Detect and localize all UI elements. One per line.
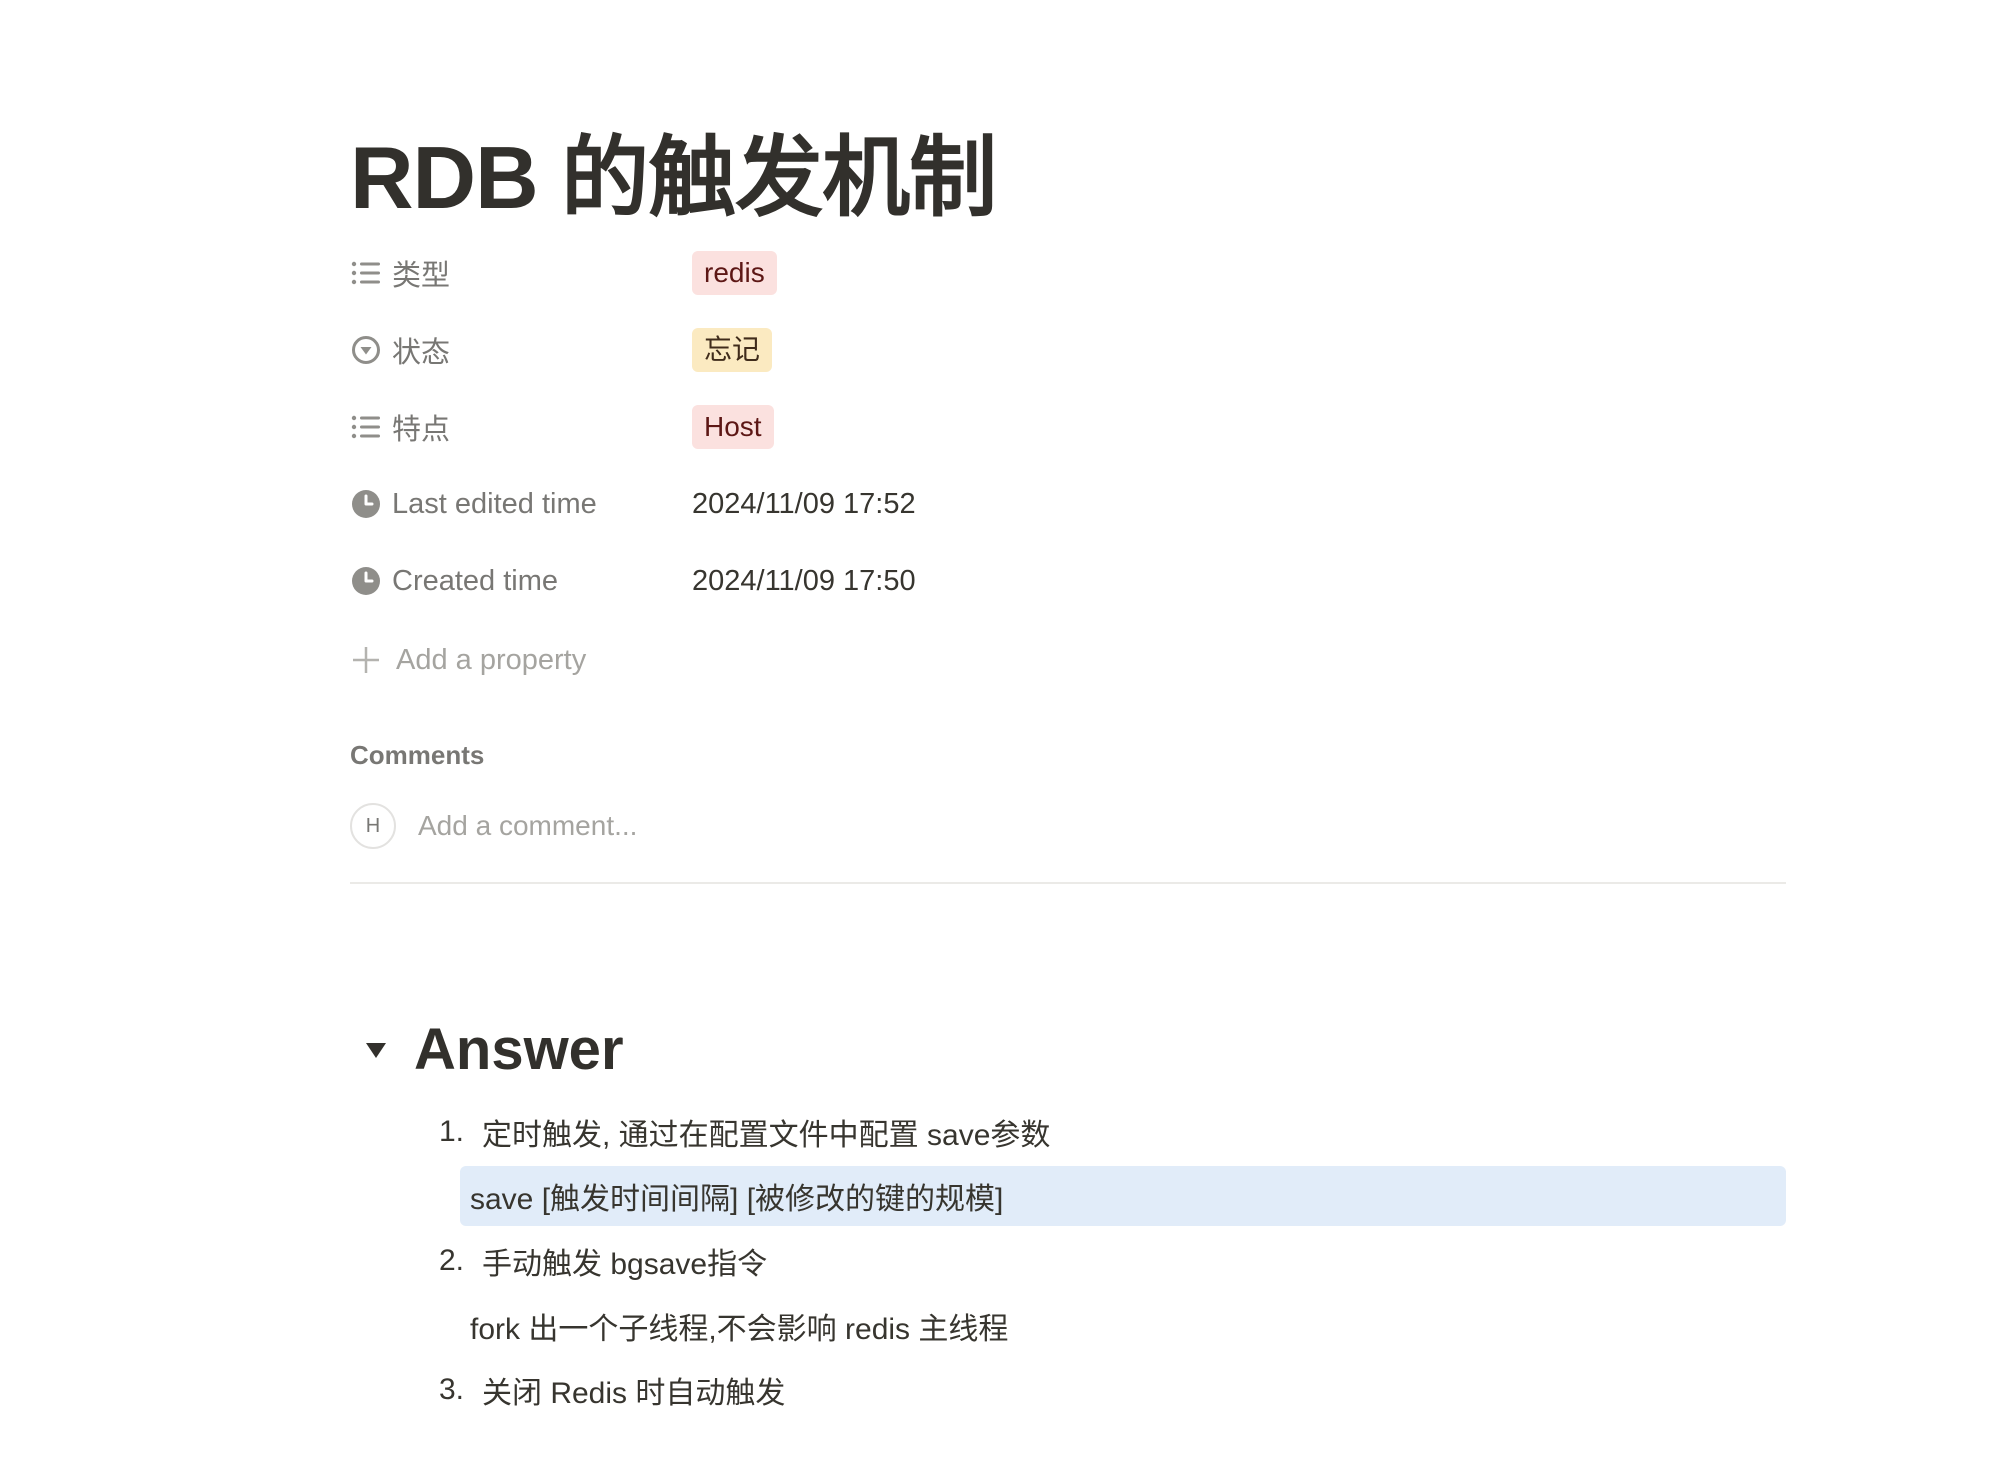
divider <box>350 882 1786 884</box>
list-item: 1. 定时触发, 通过在配置文件中配置 save参数 <box>418 1104 1050 1160</box>
property-row-feature: 特点 Host <box>350 397 1250 457</box>
list-number: 1. <box>438 1115 464 1148</box>
property-label: 状态 <box>392 337 451 369</box>
toggle-heading-answer: Answer <box>358 1010 624 1090</box>
property-name-feature[interactable]: 特点 <box>350 406 692 448</box>
toggle-triangle-icon[interactable] <box>358 1032 394 1068</box>
list-icon <box>350 257 382 289</box>
property-value-status[interactable]: 忘记 <box>692 328 773 372</box>
list-number: 2. <box>438 1244 464 1277</box>
tag-redis[interactable]: redis <box>692 251 777 295</box>
page-title[interactable]: RDB 的触发机制 <box>350 118 997 238</box>
property-name-status[interactable]: 状态 <box>350 329 692 371</box>
list-icon <box>350 411 382 443</box>
list-item-text[interactable]: 定时触发, 通过在配置文件中配置 save参数 <box>482 1110 1050 1154</box>
property-row-type: 类型 redis <box>350 243 1250 303</box>
property-value-type[interactable]: redis <box>692 251 777 295</box>
tag-host[interactable]: Host <box>692 405 774 449</box>
list-item-text[interactable]: 手动触发 bgsave指令 <box>482 1239 767 1283</box>
property-label: 特点 <box>392 414 451 446</box>
property-label: Last edited time <box>392 487 597 520</box>
list-item: 3. 关闭 Redis 时自动触发 <box>418 1362 785 1418</box>
list-item: 2. 手动触发 bgsave指令 <box>418 1233 767 1289</box>
plus-icon <box>350 644 382 676</box>
clock-icon <box>350 488 382 520</box>
add-property-label: Add a property <box>396 643 587 676</box>
property-row-last-edited: Last edited time 2024/11/09 17:52 <box>350 474 1250 534</box>
property-name-created[interactable]: Created time <box>350 565 692 598</box>
property-name-type[interactable]: 类型 <box>350 252 692 294</box>
property-label: 类型 <box>392 260 451 292</box>
property-name-last-edited[interactable]: Last edited time <box>350 488 692 521</box>
add-property-button[interactable]: Add a property <box>350 635 586 685</box>
comment-input[interactable] <box>416 809 1020 843</box>
property-value-last-edited: 2024/11/09 17:52 <box>692 487 916 520</box>
heading-answer[interactable]: Answer <box>414 1010 624 1090</box>
list-item-subtext[interactable]: save [触发时间间隔] [被修改的键的规模] <box>464 1168 1003 1224</box>
avatar: H <box>350 803 396 849</box>
list-item-subtext[interactable]: fork 出一个子线程,不会影响 redis 主线程 <box>464 1298 1008 1354</box>
list-number: 3. <box>438 1373 464 1406</box>
clock-icon <box>350 565 382 597</box>
property-row-status: 状态 忘记 <box>350 320 1250 380</box>
status-icon <box>350 334 382 366</box>
list-item-text[interactable]: 关闭 Redis 时自动触发 <box>482 1368 785 1412</box>
property-value-created: 2024/11/09 17:50 <box>692 564 916 597</box>
property-label: Created time <box>392 564 559 597</box>
status-badge[interactable]: 忘记 <box>692 328 773 372</box>
comment-composer: H <box>350 800 1020 852</box>
comments-heading: Comments <box>350 740 485 770</box>
property-value-feature[interactable]: Host <box>692 405 774 449</box>
property-row-created: Created time 2024/11/09 17:50 <box>350 551 1250 611</box>
